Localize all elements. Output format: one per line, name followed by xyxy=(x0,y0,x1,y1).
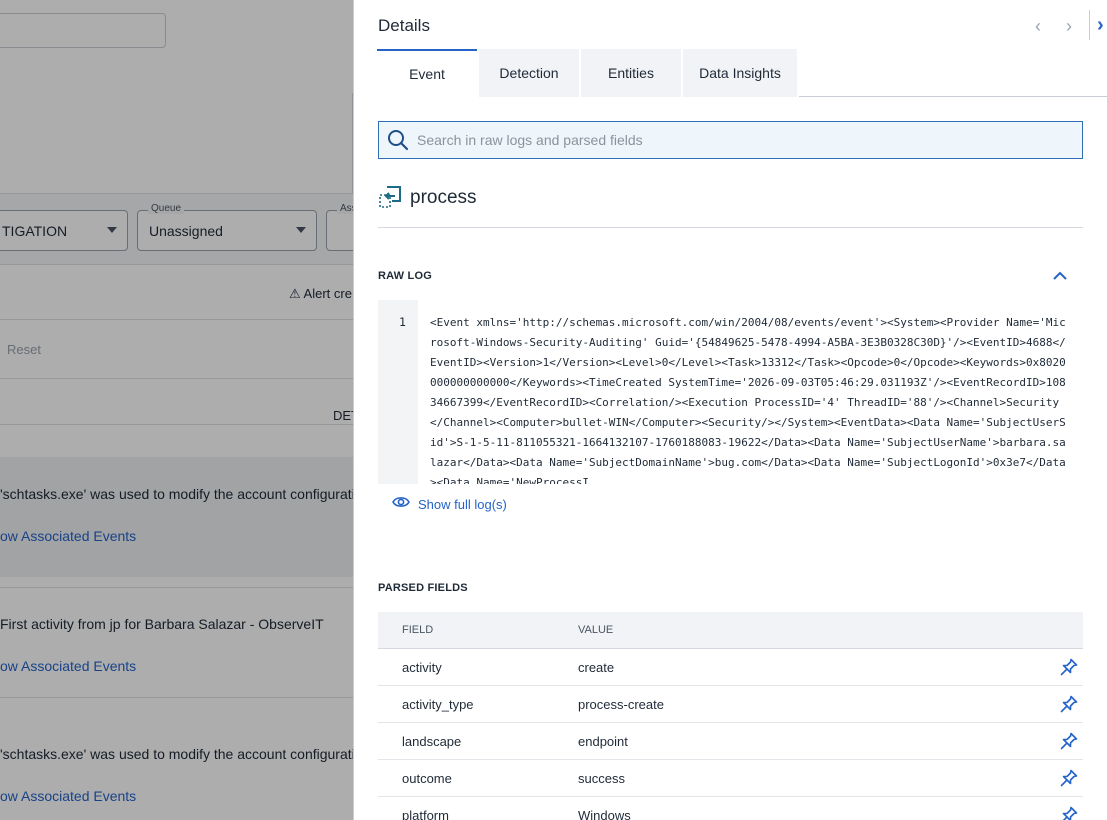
chevron-up-icon[interactable] xyxy=(1050,266,1070,286)
raw-log-content: <Event xmlns='http://schemas.microsoft.c… xyxy=(418,300,1077,484)
tab-entities[interactable]: Entities xyxy=(581,49,681,97)
field-name: platform xyxy=(402,808,449,820)
panel-title: Details xyxy=(378,16,430,35)
pin-icon[interactable] xyxy=(1060,658,1078,676)
field-value: success xyxy=(578,771,625,786)
pin-icon[interactable] xyxy=(1060,806,1078,820)
parsed-fields-table: FIELD VALUE activity create activity_typ… xyxy=(378,612,1083,820)
field-name: activity xyxy=(402,660,442,675)
table-row: landscape endpoint xyxy=(378,723,1083,760)
field-value: process-create xyxy=(578,697,664,712)
field-name: outcome xyxy=(402,771,452,786)
event-type-title: process xyxy=(410,187,477,208)
tab-detection[interactable]: Detection xyxy=(479,49,579,97)
pin-icon[interactable] xyxy=(1060,695,1078,713)
column-header-field: FIELD xyxy=(402,624,434,636)
search-box[interactable] xyxy=(378,121,1083,159)
show-full-log-label: Show full log(s) xyxy=(418,497,507,512)
raw-log-text: <Event xmlns='http://schemas.microsoft.c… xyxy=(430,316,1066,484)
table-row: activity_type process-create xyxy=(378,686,1083,723)
line-number: 1 xyxy=(399,315,406,329)
eye-icon xyxy=(392,495,410,514)
parsed-fields-heading: PARSED FIELDS xyxy=(378,582,468,594)
column-header-value: VALUE xyxy=(578,624,614,636)
table-header: FIELD VALUE xyxy=(378,612,1083,649)
field-value: endpoint xyxy=(578,734,628,749)
pin-icon[interactable] xyxy=(1060,769,1078,787)
field-name: landscape xyxy=(402,734,462,749)
table-row: outcome success xyxy=(378,760,1083,797)
field-name: activity_type xyxy=(402,697,474,712)
raw-log-heading: RAW LOG xyxy=(378,270,432,282)
field-value: Windows xyxy=(578,808,631,820)
line-number-gutter: 1 xyxy=(378,300,418,484)
process-icon xyxy=(378,185,402,209)
show-full-log-button[interactable]: Show full log(s) xyxy=(392,495,507,514)
details-panel: Details ‹ › › Event Detection Entities D… xyxy=(353,0,1107,820)
search-input[interactable] xyxy=(417,132,1057,148)
field-value: create xyxy=(578,660,615,675)
nav-divider xyxy=(1089,10,1090,40)
previous-item-button[interactable]: ‹ xyxy=(1035,16,1041,37)
pin-icon[interactable] xyxy=(1060,732,1078,750)
next-item-button[interactable]: › xyxy=(1066,16,1072,37)
tabs-underline xyxy=(799,96,1107,97)
table-row: activity create xyxy=(378,649,1083,686)
search-icon xyxy=(379,122,417,158)
section-divider xyxy=(378,227,1083,228)
tab-data-insights[interactable]: Data Insights xyxy=(683,49,797,97)
tab-event[interactable]: Event xyxy=(377,49,477,97)
raw-log-viewer[interactable]: 1 <Event xmlns='http://schemas.microsoft… xyxy=(378,300,1077,484)
close-panel-button[interactable]: › xyxy=(1097,14,1104,37)
table-row: platform Windows xyxy=(378,797,1083,820)
